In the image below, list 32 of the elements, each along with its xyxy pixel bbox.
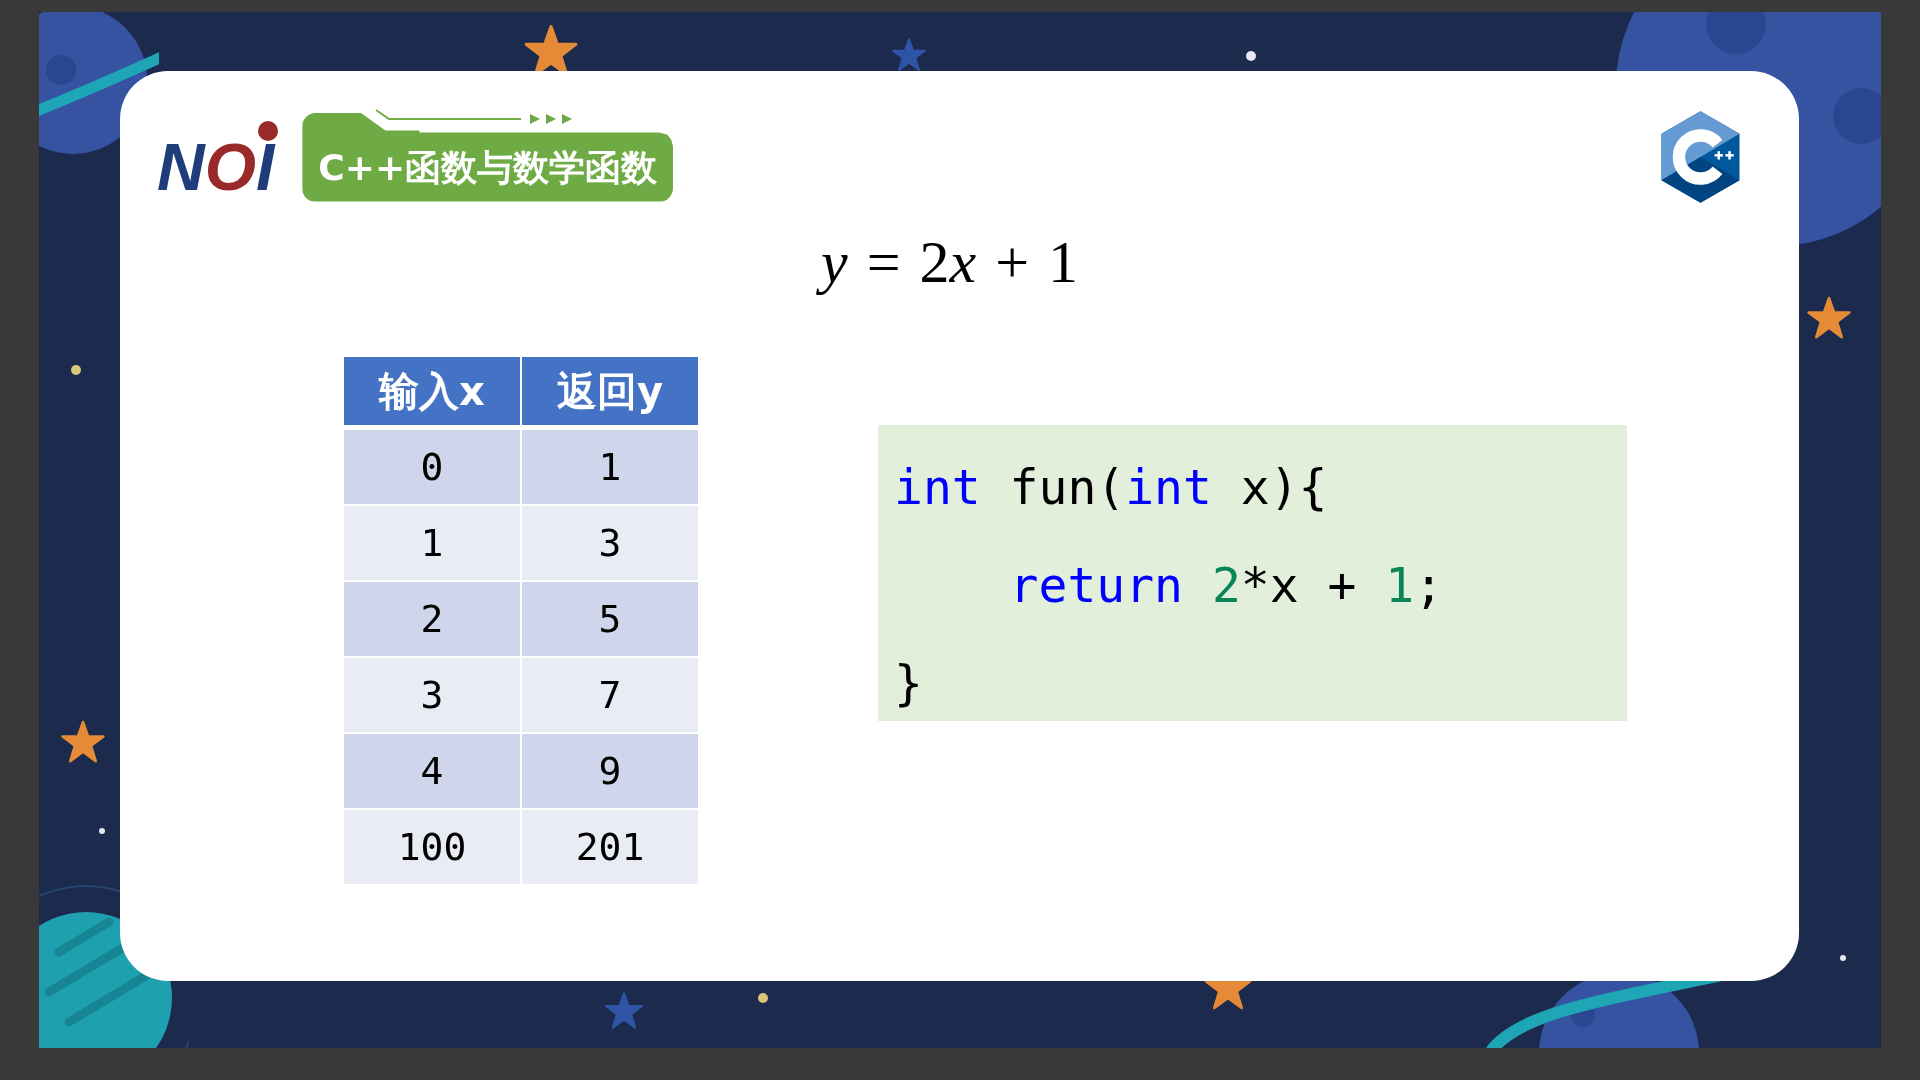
star-icon	[1203, 981, 1253, 1012]
table-cell: 3	[343, 657, 521, 733]
table-cell: 4	[343, 733, 521, 809]
logo-dot-icon	[258, 121, 279, 141]
dot-icon	[71, 365, 81, 375]
table-cell: 1	[521, 427, 699, 505]
table-cell: 2	[343, 581, 521, 657]
code-line: return 2*x + 1;	[1008, 556, 1444, 615]
star-icon	[1806, 295, 1852, 341]
column-header: 输入x	[343, 356, 521, 428]
star-icon	[891, 37, 927, 73]
table-cell: 7	[521, 657, 699, 733]
table-cell: 0	[343, 427, 521, 505]
dot-icon	[758, 993, 768, 1003]
table-cell: 9	[521, 733, 699, 809]
hexagon-c-logo-icon	[1659, 111, 1742, 203]
column-header: 返回y	[521, 356, 699, 428]
table-cell: 1	[343, 505, 521, 581]
slide-title: C++函数与数学函数	[302, 112, 674, 202]
table-cell: 3	[521, 505, 699, 581]
formula: y = 2x + 1	[815, 222, 1084, 302]
code-line: }	[894, 654, 923, 713]
dot-icon	[99, 828, 105, 834]
star-icon	[604, 991, 644, 1031]
logo-text: NOI	[157, 141, 277, 193]
dot-icon	[1840, 955, 1846, 961]
table-cell: 5	[521, 581, 699, 657]
table-cell: 201	[521, 809, 699, 885]
table-cell: 100	[343, 809, 521, 885]
dot-icon	[1246, 51, 1256, 61]
code-line: int fun(int x){	[894, 458, 1328, 517]
star-icon	[60, 719, 106, 765]
